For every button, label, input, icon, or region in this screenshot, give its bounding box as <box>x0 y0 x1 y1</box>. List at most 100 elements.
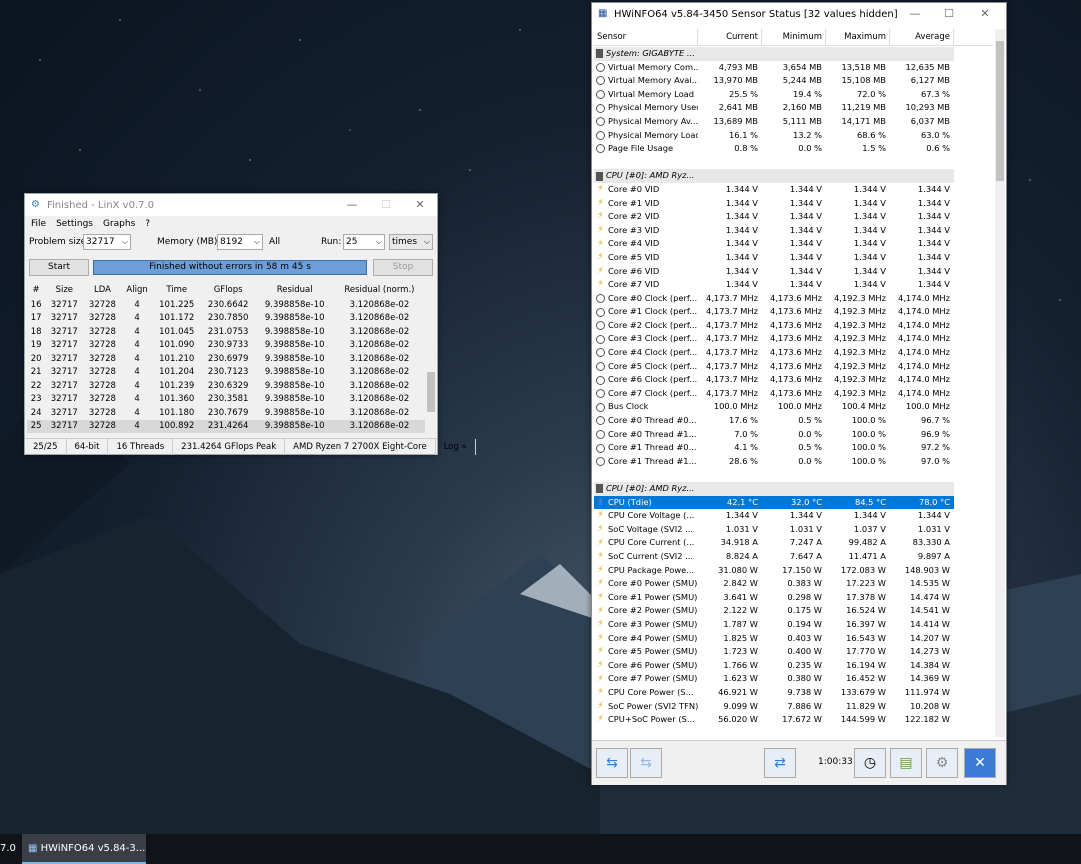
column-header[interactable]: Size <box>45 282 83 298</box>
close-button[interactable]: ✕ <box>403 194 437 216</box>
sensor-row[interactable]: ⚡ CPU Core Power (S... 46.921 W 9.738 W 133.… <box>594 686 993 700</box>
sensor-row[interactable]: Physical Memory Load 16.1 % 13.2 % 68.6 % 63… <box>594 129 993 143</box>
menu-file[interactable]: File <box>31 219 46 229</box>
taskbar-hwinfo-button[interactable]: ▦ HWiNFO64 v5.84-3... <box>22 834 146 864</box>
sensor-group-row[interactable]: System: GIGABYTE ... <box>594 47 993 61</box>
sensor-row[interactable]: ⚡ Core #0 Power (SMU) 2.842 W 0.383 W 17.223… <box>594 577 993 591</box>
close-button[interactable]: ✕ <box>968 3 1002 25</box>
sensor-row[interactable]: ⚡ Core #5 Power (SMU) 1.723 W 0.400 W 17.770… <box>594 645 993 659</box>
sensor-row[interactable]: Core #1 Clock (perf... 4,173.7 MHz 4,173.6… <box>594 305 993 319</box>
table-row[interactable]: 24 32717 32728 4 101.180 230.7679 9.398858e-10… <box>27 406 425 420</box>
sensor-row[interactable]: ▮ CPU (Tdie) 42.1 °C 32.0 °C 84.5 °C 78.0 °C <box>594 495 993 510</box>
menu-help[interactable]: ? <box>145 219 150 229</box>
hwinfo-titlebar[interactable]: ▦ HWiNFO64 v5.84-3450 Sensor Status [32 … <box>592 3 1006 25</box>
sensor-row[interactable]: ⚡ Core #4 VID 1.344 V 1.344 V 1.344 V 1.344 V <box>594 237 993 251</box>
sensor-row[interactable]: ⚡ Core #3 Power (SMU) 1.787 W 0.194 W 16.397… <box>594 618 993 632</box>
results-scrollbar[interactable] <box>426 282 436 422</box>
sensor-row[interactable]: Core #0 Thread #0... 17.6 % 0.5 % 100.0 % 96… <box>594 414 993 428</box>
sensor-row[interactable]: Physical Memory Used 2,641 MB 2,160 MB 11,2… <box>594 101 993 115</box>
sensor-row[interactable]: ⚡ SoC Power (SVI2 TFN) 9.099 W 7.886 W 11.82… <box>594 700 993 714</box>
sensor-row[interactable]: Page File Usage 0.8 % 0.0 % 1.5 % 0.6 % <box>594 142 993 156</box>
col-minimum[interactable]: Minimum <box>762 29 826 45</box>
sensor-group-row[interactable]: CPU [#0]: AMD Ryz... <box>594 482 993 496</box>
sensor-row[interactable]: ⚡ CPU Core Voltage (... 1.344 V 1.344 V 1.34… <box>594 509 993 523</box>
sensor-row[interactable]: ⚡ Core #2 Power (SMU) 2.122 W 0.175 W 16.524… <box>594 604 993 618</box>
sensor-row[interactable]: Virtual Memory Load 25.5 % 19.4 % 72.0 % 67.… <box>594 88 993 102</box>
sensor-row[interactable]: Core #0 Clock (perf... 4,173.7 MHz 4,173.6… <box>594 292 993 306</box>
sensor-row[interactable]: Core #7 Clock (perf... 4,173.7 MHz 4,173.6… <box>594 387 993 401</box>
sensor-row[interactable]: Physical Memory Av... 13,689 MB 5,111 MB 14… <box>594 115 993 129</box>
column-header[interactable]: LDA <box>83 282 121 298</box>
memory-select[interactable]: 8192 ⌵ <box>217 234 263 250</box>
col-sensor[interactable]: Sensor <box>594 29 698 45</box>
sensor-row[interactable]: ⚡ SoC Voltage (SVI2 ... 1.031 V 1.031 V 1.03… <box>594 523 993 537</box>
table-row[interactable]: 22 32717 32728 4 101.239 230.6329 9.398858e-10… <box>27 379 425 393</box>
sensor-row[interactable]: ⚡ Core #3 VID 1.344 V 1.344 V 1.344 V 1.344 V <box>594 224 993 238</box>
nav-back-forward-icon[interactable]: ⇆ <box>630 748 662 778</box>
table-row[interactable]: 21 32717 32728 4 101.204 230.7123 9.398858e-10… <box>27 366 425 380</box>
sensor-row[interactable]: ⚡ Core #7 VID 1.344 V 1.344 V 1.344 V 1.344 V <box>594 278 993 292</box>
sensor-row[interactable]: ⚡ Core #2 VID 1.344 V 1.344 V 1.344 V 1.344 V <box>594 210 993 224</box>
clock-icon[interactable]: ◷ <box>854 748 886 778</box>
col-maximum[interactable]: Maximum <box>826 29 890 45</box>
table-row[interactable]: 18 32717 32728 4 101.045 231.0753 9.398858e-10… <box>27 325 425 339</box>
problem-size-select[interactable]: 32717 ⌵ <box>83 234 131 250</box>
scrollbar-thumb[interactable] <box>427 372 435 412</box>
settings-gear-icon[interactable]: ⚙ <box>926 748 958 778</box>
column-header[interactable]: Residual (norm.) <box>334 282 425 298</box>
table-row[interactable]: 25 32717 32728 4 100.892 231.4264 9.398858e-10… <box>27 419 425 433</box>
sensor-row[interactable]: ⚡ Core #0 VID 1.344 V 1.344 V 1.344 V 1.344 V <box>594 183 993 197</box>
sensor-scrollbar[interactable] <box>995 29 1005 737</box>
column-header[interactable]: GFlops <box>201 282 256 298</box>
sensor-group-row[interactable]: CPU [#0]: AMD Ryz... <box>594 169 993 183</box>
log-toggle-button[interactable]: Log » <box>436 439 476 455</box>
sensor-row[interactable]: Core #0 Thread #1... 7.0 % 0.0 % 100.0 % 96.… <box>594 428 993 442</box>
sensor-row[interactable]: ⚡ CPU+SoC Power (S... 56.020 W 17.672 W 144.… <box>594 713 993 727</box>
sensor-row[interactable]: Core #4 Clock (perf... 4,173.7 MHz 4,173.6… <box>594 346 993 360</box>
minimize-button[interactable]: — <box>898 3 932 25</box>
stop-button[interactable]: Stop <box>373 259 433 276</box>
column-header[interactable]: Align <box>122 282 153 298</box>
network-icon[interactable]: ⇄ <box>764 748 796 778</box>
sensor-row[interactable]: Core #6 Clock (perf... 4,173.7 MHz 4,173.6… <box>594 373 993 387</box>
sensor-row[interactable]: ⚡ CPU Package Powe... 31.080 W 17.150 W 172.… <box>594 564 993 578</box>
sensor-row[interactable]: ⚡ Core #7 Power (SMU) 1.623 W 0.380 W 16.452… <box>594 672 993 686</box>
sensor-row[interactable]: Core #3 Clock (perf... 4,173.7 MHz 4,173.6… <box>594 332 993 346</box>
sensor-row[interactable]: ⚡ Core #1 VID 1.344 V 1.344 V 1.344 V 1.344 V <box>594 197 993 211</box>
table-row[interactable]: 23 32717 32728 4 101.360 230.3581 9.398858e-10… <box>27 393 425 407</box>
column-header[interactable]: # <box>27 282 45 298</box>
menu-settings[interactable]: Settings <box>56 219 93 229</box>
table-row[interactable]: 20 32717 32728 4 101.210 230.6979 9.398858e-10… <box>27 352 425 366</box>
sensor-row[interactable]: Core #5 Clock (perf... 4,173.7 MHz 4,173.6… <box>594 360 993 374</box>
sensor-row[interactable]: Bus Clock 100.0 MHz 100.0 MHz 100.4 MHz 100.… <box>594 400 993 414</box>
col-current[interactable]: Current <box>698 29 762 45</box>
linx-window[interactable]: ⚙ Finished - LinX v0.7.0 — ☐ ✕ File Sett… <box>24 193 476 455</box>
col-average[interactable]: Average <box>890 29 954 45</box>
close-sensors-icon[interactable]: ✕ <box>964 748 996 778</box>
maximize-button[interactable]: ☐ <box>369 194 403 216</box>
sensor-row[interactable]: Core #1 Thread #1... 28.6 % 0.0 % 100.0 % 97… <box>594 455 993 469</box>
sensor-row[interactable]: ⚡ Core #6 Power (SMU) 1.766 W 0.235 W 16.194… <box>594 659 993 673</box>
maximize-button[interactable]: ☐ <box>932 3 966 25</box>
minimize-button[interactable]: — <box>335 194 369 216</box>
nav-left-right-icon[interactable]: ⇆ <box>596 748 628 778</box>
taskbar-linx-fragment[interactable]: 7.0 <box>0 834 16 864</box>
run-unit-select[interactable]: times ⌵ <box>389 234 433 250</box>
sensor-row[interactable]: Core #1 Thread #0... 4.1 % 0.5 % 100.0 % 97.… <box>594 441 993 455</box>
table-row[interactable]: 16 32717 32728 4 101.225 230.6642 9.398858e-10… <box>27 298 425 312</box>
scrollbar-thumb[interactable] <box>996 41 1004 181</box>
sensor-row[interactable]: ⚡ Core #5 VID 1.344 V 1.344 V 1.344 V 1.344 V <box>594 251 993 265</box>
memory-all-option[interactable]: All <box>269 237 280 247</box>
column-header[interactable]: Residual <box>256 282 334 298</box>
linx-titlebar[interactable]: ⚙ Finished - LinX v0.7.0 — ☐ ✕ <box>25 194 437 216</box>
log-file-icon[interactable]: ▤ <box>890 748 922 778</box>
sensor-row[interactable]: ⚡ CPU Core Current (... 34.918 A 7.247 A 99.… <box>594 536 993 550</box>
start-button[interactable]: Start <box>29 259 89 276</box>
table-row[interactable]: 19 32717 32728 4 101.090 230.9733 9.398858e-10… <box>27 339 425 353</box>
menu-graphs[interactable]: Graphs <box>103 219 135 229</box>
hwinfo-window[interactable]: ▦ HWiNFO64 v5.84-3450 Sensor Status [32 … <box>591 2 1007 785</box>
run-count-select[interactable]: 25 ⌵ <box>343 234 385 250</box>
table-row[interactable]: 17 32717 32728 4 101.172 230.7850 9.398858e-10… <box>27 312 425 326</box>
sensor-row[interactable]: ⚡ Core #1 Power (SMU) 3.641 W 0.298 W 17.378… <box>594 591 993 605</box>
sensor-row[interactable]: ⚡ Core #4 Power (SMU) 1.825 W 0.403 W 16.543… <box>594 632 993 646</box>
